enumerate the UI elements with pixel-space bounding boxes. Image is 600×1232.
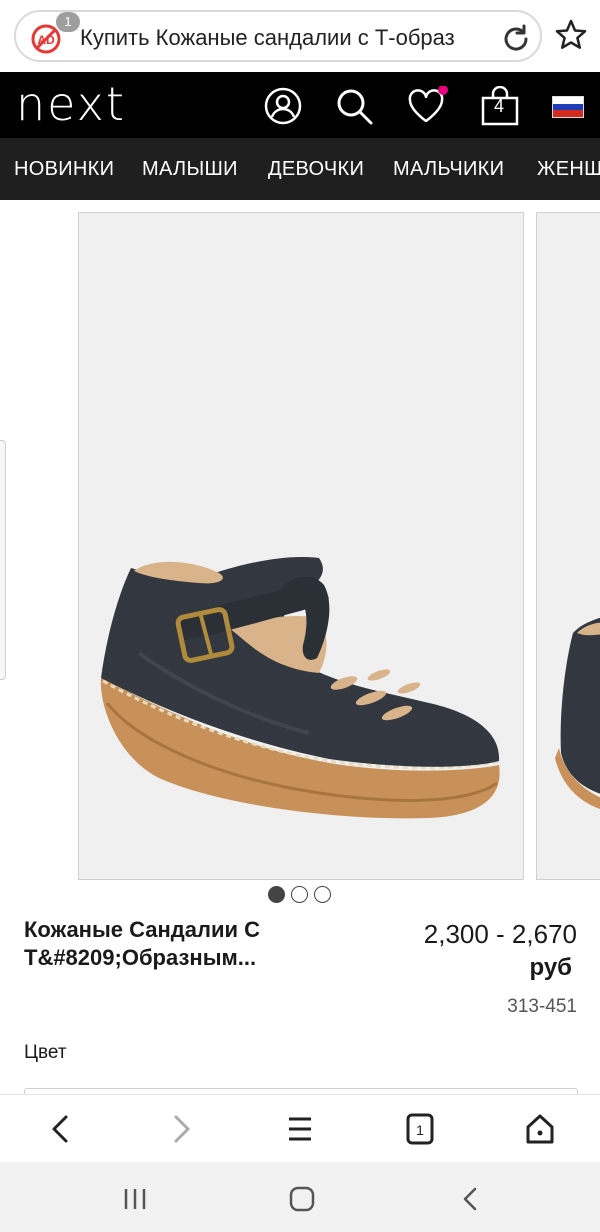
product-price: 2,300 - 2,670 — [423, 919, 577, 949]
category-girls[interactable]: ДЕВОЧКИ — [268, 138, 364, 200]
price-currency: руб — [529, 954, 572, 981]
home-icon[interactable] — [520, 1111, 560, 1147]
reload-icon[interactable] — [500, 23, 532, 55]
site-header: next 4 — [0, 72, 600, 138]
star-icon[interactable] — [554, 18, 588, 52]
menu-icon[interactable] — [280, 1111, 320, 1147]
tab-count: 1 — [416, 1122, 424, 1138]
bag-icon[interactable]: 4 — [480, 86, 520, 126]
category-women[interactable]: ЖЕНЩ — [537, 138, 600, 200]
account-icon[interactable] — [263, 86, 303, 126]
browser-address-area: AD 1 Купить Кожаные сандалии с Т-образ — [0, 0, 600, 72]
previous-image-edge[interactable] — [0, 440, 6, 680]
forward-arrow-icon[interactable] — [160, 1111, 200, 1147]
carousel-dot-1[interactable] — [268, 886, 285, 903]
heart-icon[interactable] — [406, 85, 448, 126]
home-button-icon[interactable] — [287, 1184, 317, 1214]
system-back-icon[interactable] — [456, 1184, 486, 1214]
next-logo[interactable]: next — [16, 78, 126, 130]
carousel-dots — [268, 886, 338, 904]
category-boys[interactable]: МАЛЬЧИКИ — [393, 138, 504, 200]
carousel-dot-2[interactable] — [291, 886, 308, 903]
bag-count: 4 — [493, 96, 504, 116]
product-image[interactable] — [78, 212, 524, 880]
category-babies[interactable]: МАЛЫШИ — [142, 138, 238, 200]
color-label: Цвет — [24, 1042, 67, 1063]
adblock-count-badge: 1 — [56, 12, 80, 32]
android-nav-bar — [0, 1162, 600, 1232]
address-bar[interactable]: AD 1 Купить Кожаные сандалии с Т-образ — [14, 10, 542, 62]
product-title[interactable]: Кожаные Сандалии С Т&#8209;Образным... — [24, 916, 354, 972]
url-text[interactable]: Купить Кожаные сандалии с Т-образ — [80, 25, 490, 51]
carousel-dot-3[interactable] — [314, 886, 331, 903]
next-product-image[interactable] — [536, 212, 600, 880]
russia-flag-icon[interactable] — [552, 96, 584, 118]
search-icon[interactable] — [334, 86, 374, 126]
tabs-icon[interactable]: 1 — [400, 1111, 440, 1147]
browser-toolbar: 1 — [0, 1094, 600, 1162]
recent-apps-icon[interactable] — [120, 1184, 150, 1214]
category-new[interactable]: НОВИНКИ — [14, 138, 114, 200]
category-nav: НОВИНКИ МАЛЫШИ ДЕВОЧКИ МАЛЬЧИКИ ЖЕНЩ — [0, 138, 600, 200]
product-sku: 313-451 — [507, 996, 577, 1017]
back-arrow-icon[interactable] — [42, 1111, 82, 1147]
